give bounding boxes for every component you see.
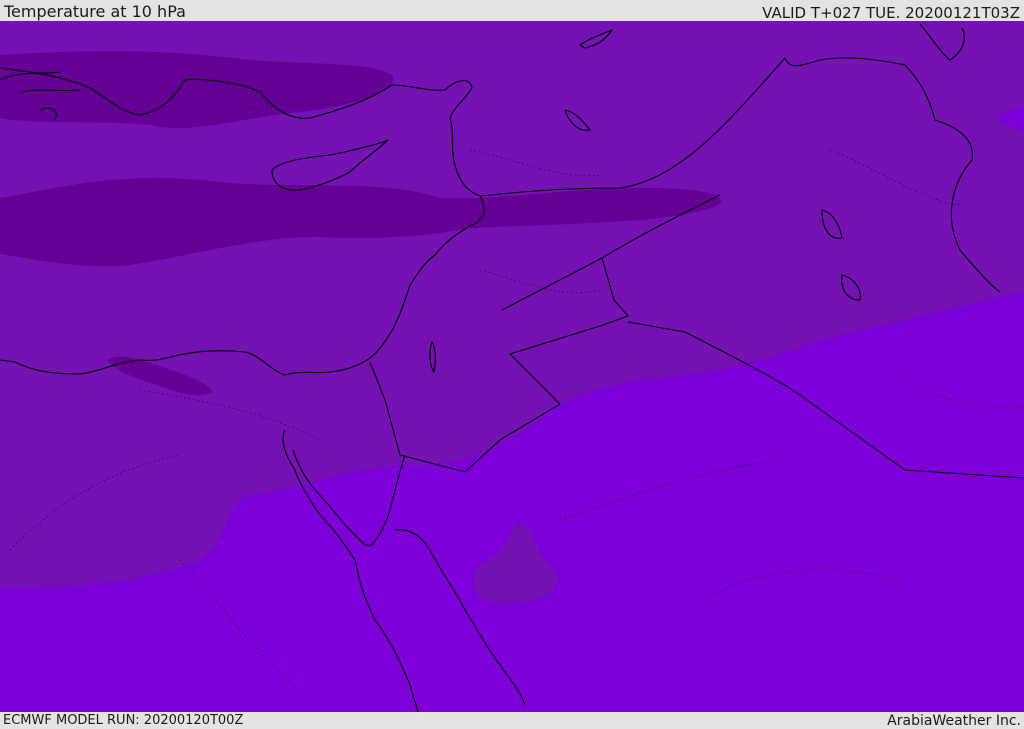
model-run-label: ECMWF MODEL RUN: 20200120T00Z: [3, 713, 244, 728]
map-title: Temperature at 10 hPa: [4, 2, 186, 21]
temperature-map[interactable]: [0, 21, 1024, 712]
footer-bar: ECMWF MODEL RUN: 20200120T00Z ArabiaWeat…: [0, 712, 1024, 729]
credit-label: ArabiaWeather Inc.: [887, 713, 1021, 729]
header-bar: Temperature at 10 hPa VALID T+027 TUE. 2…: [0, 0, 1024, 22]
valid-time: VALID T+027 TUE. 20200121T03Z: [762, 4, 1020, 22]
